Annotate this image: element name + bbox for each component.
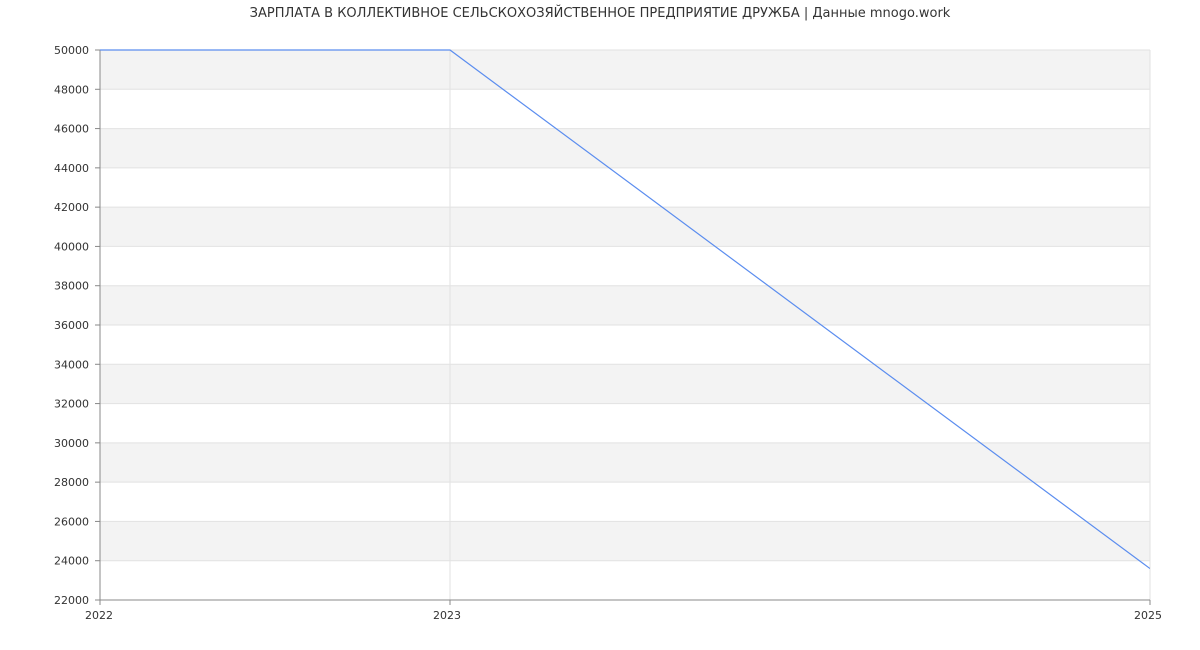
plot-bands [100,50,1150,561]
y-tick-labels: 22000 24000 26000 28000 30000 32000 34000 36000… [54,44,89,607]
y-tick-label: 48000 [54,83,89,96]
y-tick-label: 36000 [54,319,89,332]
plot-band [100,207,1150,247]
y-tick-label: 32000 [54,398,89,411]
plot-band [100,50,1150,90]
y-tick-label: 40000 [54,240,89,253]
y-tick-label: 42000 [54,201,89,214]
y-tick-label: 46000 [54,123,89,136]
y-tick-label: 50000 [54,44,89,57]
y-tick-label: 28000 [54,476,89,489]
x-tick-labels: 2022 2023 2025 [85,609,1162,622]
plot-band [100,285,1150,325]
plot-band [100,442,1150,483]
y-tick-label: 22000 [54,594,89,607]
y-tick-label: 24000 [54,555,89,568]
x-tick-label: 2023 [433,609,461,622]
x-tick-label: 2025 [1134,609,1162,622]
plot-band [100,364,1150,404]
plot-band [100,521,1150,561]
y-tick-label: 26000 [54,515,89,528]
line-chart: 22000 24000 26000 28000 30000 32000 34000 36000… [54,44,1162,622]
y-tick-label: 44000 [54,162,89,175]
y-tick-label: 30000 [54,437,89,450]
y-tick-label: 38000 [54,280,89,293]
plot-band [100,128,1150,168]
x-tick-label: 2022 [85,609,113,622]
y-tick-label: 34000 [54,358,89,371]
